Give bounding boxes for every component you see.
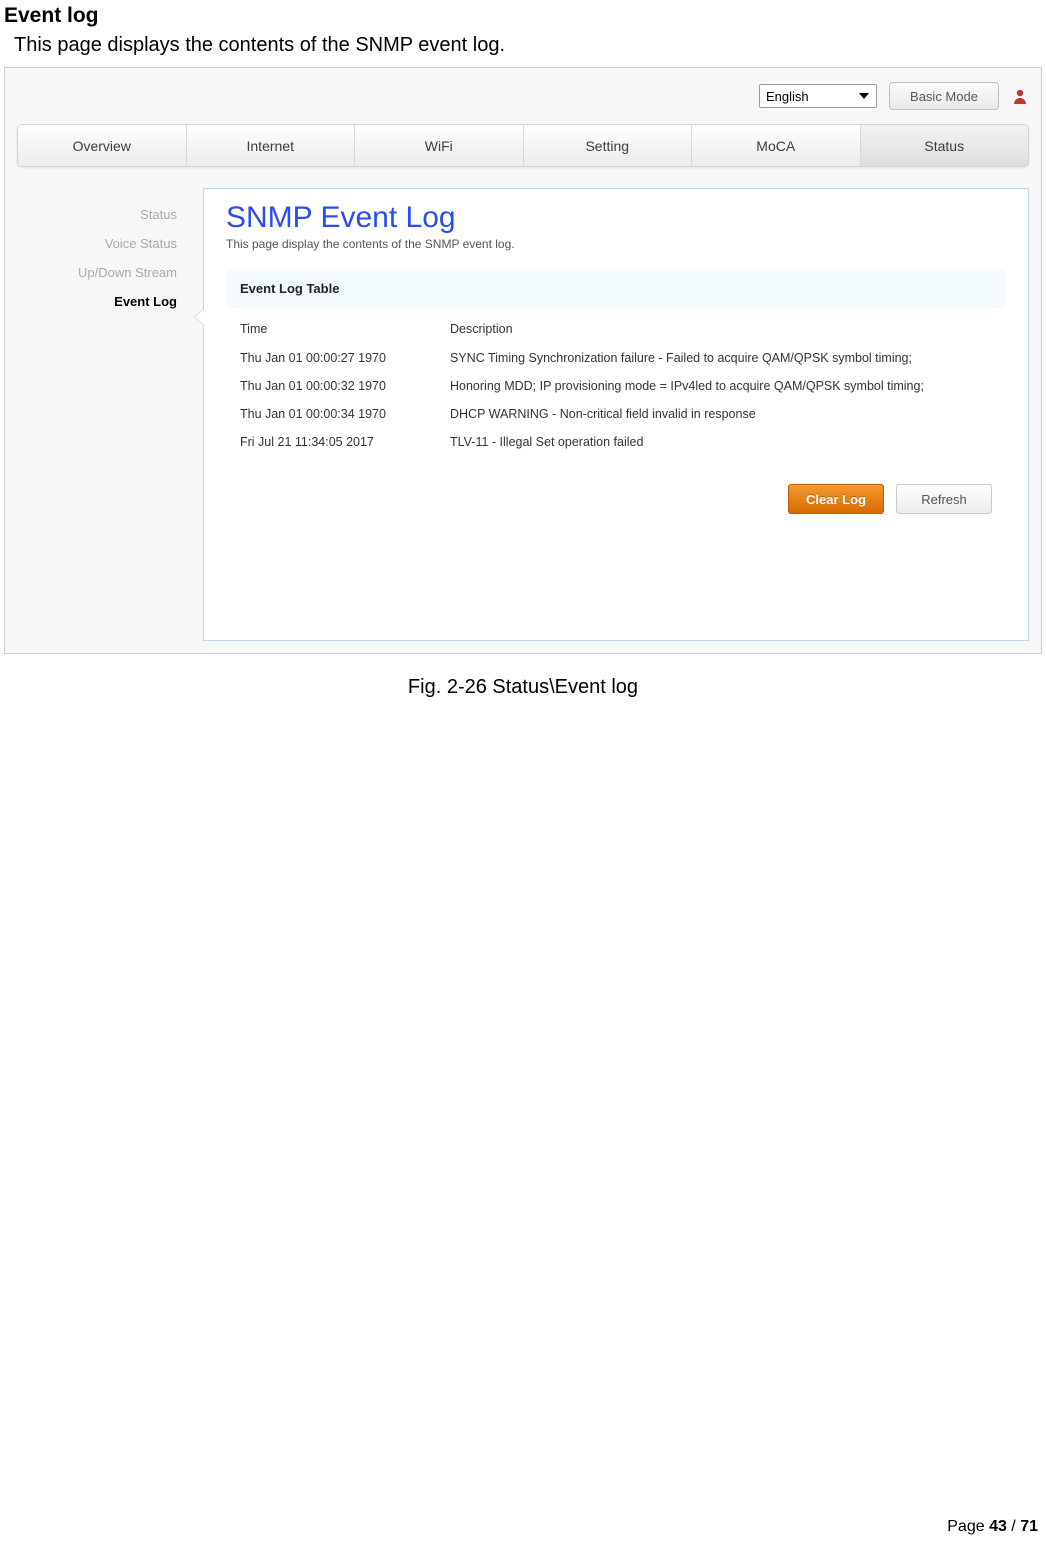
tab-moca[interactable]: MoCA (692, 125, 861, 166)
footer-page: 43 (989, 1518, 1007, 1535)
sidebar: Status Voice Status Up/Down Stream Event… (5, 188, 203, 653)
panel-subtitle: This page display the contents of the SN… (226, 237, 1006, 251)
tab-status[interactable]: Status (861, 125, 1029, 166)
doc-heading: Event log (0, 0, 1046, 30)
panel-title: SNMP Event Log (226, 201, 1006, 235)
cell-time: Thu Jan 01 00:00:27 1970 (240, 351, 450, 365)
log-rows: Thu Jan 01 00:00:27 1970 SYNC Timing Syn… (226, 344, 1006, 456)
cell-desc: DHCP WARNING - Non-critical field invali… (450, 407, 992, 421)
cell-time: Thu Jan 01 00:00:32 1970 (240, 379, 450, 393)
col-header-description: Description (450, 322, 992, 336)
table-row: Thu Jan 01 00:00:27 1970 SYNC Timing Syn… (240, 344, 992, 372)
sidebar-item-voice-status[interactable]: Voice Status (5, 229, 203, 258)
table-row: Thu Jan 01 00:00:32 1970 Honoring MDD; I… (240, 372, 992, 400)
top-controls: English Basic Mode (759, 82, 1029, 110)
action-row: Clear Log Refresh (226, 456, 1006, 514)
footer-total: 71 (1020, 1518, 1038, 1535)
table-row: Fri Jul 21 11:34:05 2017 TLV-11 - Illega… (240, 428, 992, 456)
sidebar-item-event-log[interactable]: Event Log (5, 287, 203, 316)
body-area: Status Voice Status Up/Down Stream Event… (5, 188, 1041, 653)
router-ui-screenshot: English Basic Mode Overview Internet WiF… (4, 67, 1042, 654)
clear-log-button[interactable]: Clear Log (788, 484, 884, 514)
tab-setting[interactable]: Setting (524, 125, 693, 166)
content-panel: SNMP Event Log This page display the con… (203, 188, 1029, 641)
language-select[interactable]: English (759, 84, 877, 108)
main-nav-tabs: Overview Internet WiFi Setting MoCA Stat… (17, 124, 1029, 167)
cell-time: Fri Jul 21 11:34:05 2017 (240, 435, 450, 449)
table-head-row: Time Description (226, 308, 1006, 344)
tab-wifi[interactable]: WiFi (355, 125, 524, 166)
panel-inner: SNMP Event Log This page display the con… (204, 189, 1028, 534)
table-row: Thu Jan 01 00:00:34 1970 DHCP WARNING - … (240, 400, 992, 428)
panel-pointer-icon (195, 309, 204, 325)
cell-desc: Honoring MDD; IP provisioning mode = IPv… (450, 379, 992, 393)
footer-prefix: Page (947, 1518, 989, 1535)
cell-desc: SYNC Timing Synchronization failure - Fa… (450, 351, 992, 365)
user-icon[interactable] (1011, 87, 1029, 105)
cell-time: Thu Jan 01 00:00:34 1970 (240, 407, 450, 421)
page-footer: Page 43 / 71 (947, 1518, 1038, 1536)
basic-mode-button[interactable]: Basic Mode (889, 82, 999, 110)
sidebar-item-up-down-stream[interactable]: Up/Down Stream (5, 258, 203, 287)
language-select-wrap: English (759, 84, 877, 108)
figure-caption: Fig. 2-26 Status\Event log (0, 676, 1046, 699)
doc-description: This page displays the contents of the S… (0, 30, 1046, 67)
cell-desc: TLV-11 - Illegal Set operation failed (450, 435, 992, 449)
event-log-table-header: Event Log Table (226, 269, 1006, 308)
tab-overview[interactable]: Overview (18, 125, 187, 166)
refresh-button[interactable]: Refresh (896, 484, 992, 514)
col-header-time: Time (240, 322, 450, 336)
footer-sep: / (1007, 1518, 1020, 1535)
sidebar-item-status[interactable]: Status (5, 200, 203, 229)
tab-internet[interactable]: Internet (187, 125, 356, 166)
